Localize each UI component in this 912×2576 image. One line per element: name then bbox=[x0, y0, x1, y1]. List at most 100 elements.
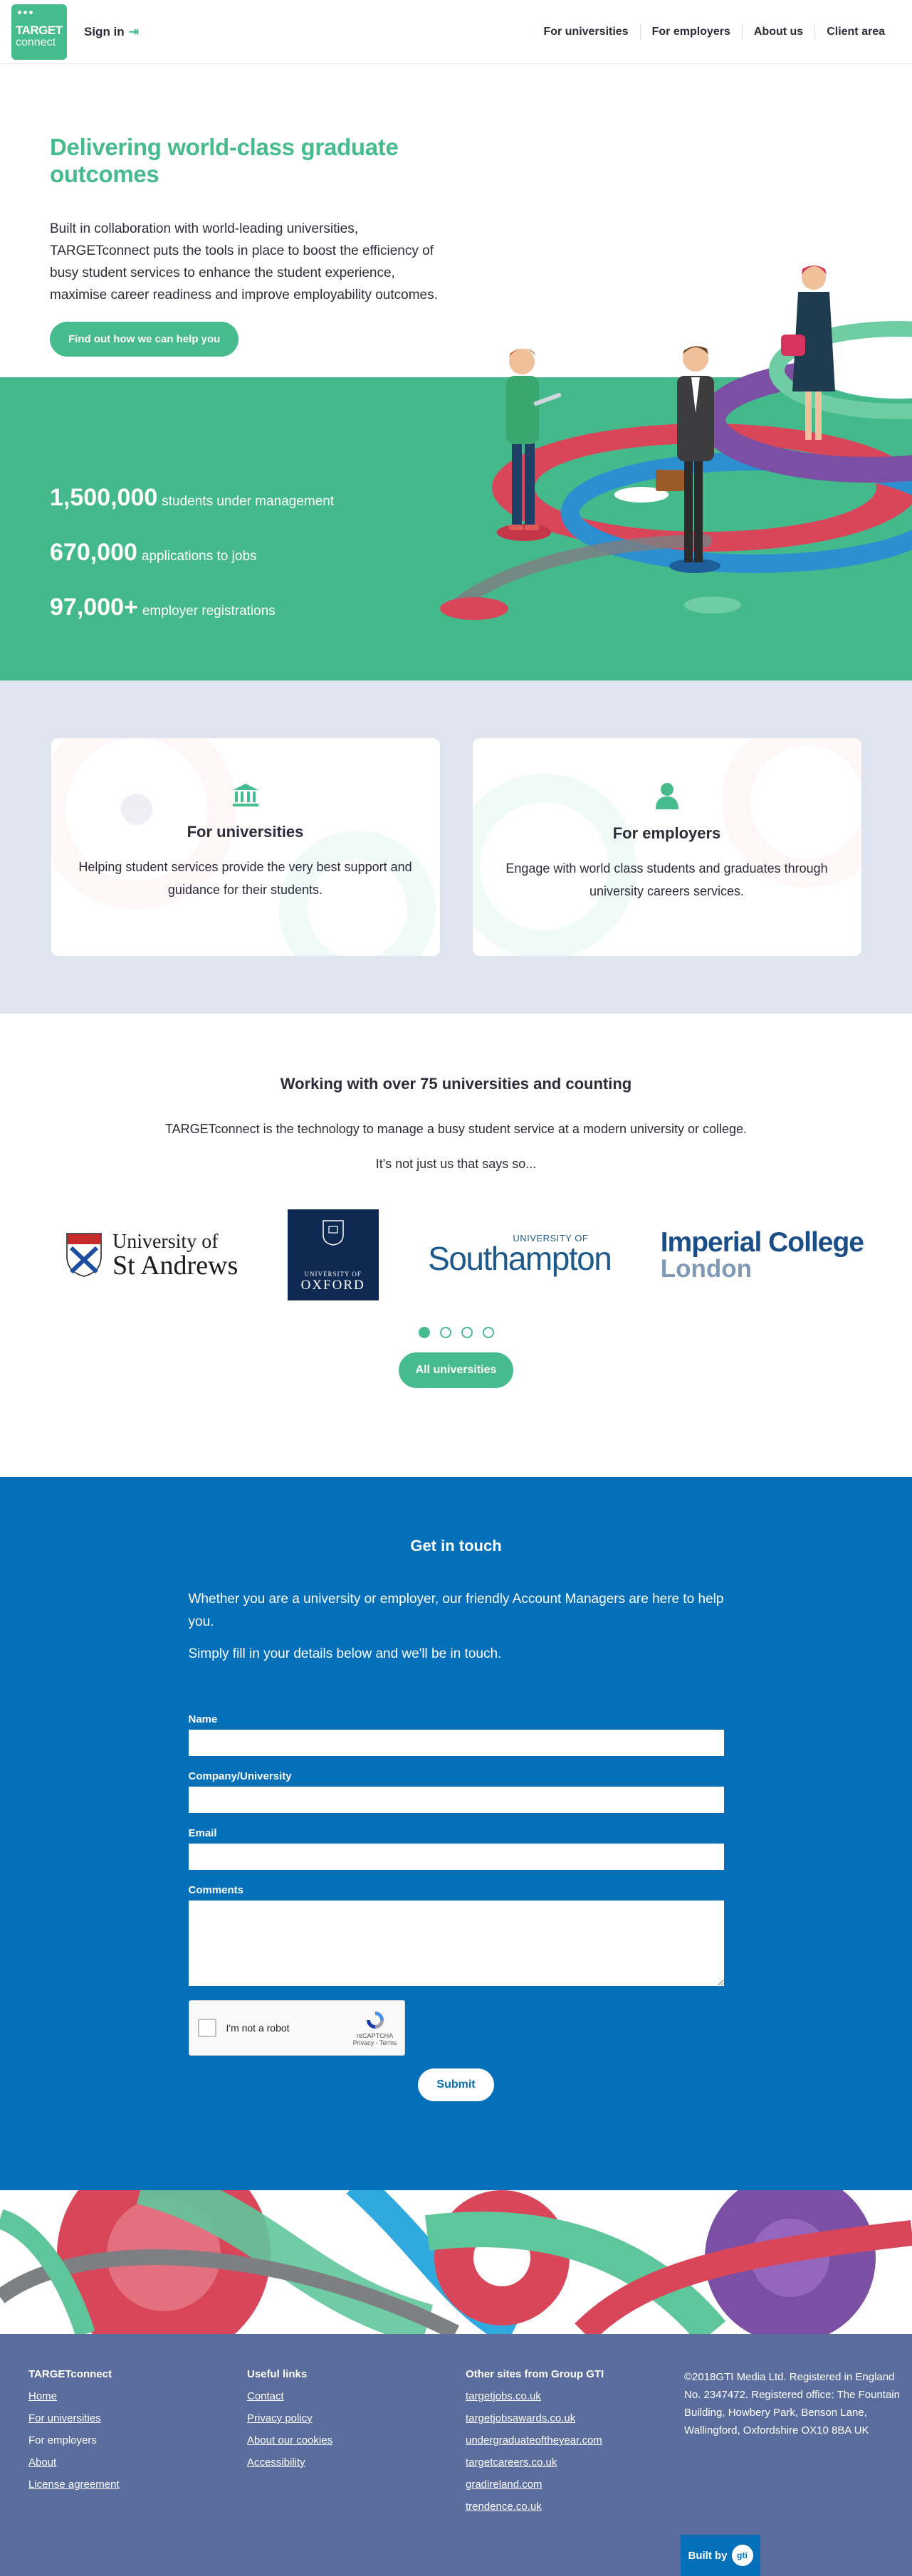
recaptcha-widget: I'm not a robot reCAPTCHA Privacy - Term… bbox=[188, 2000, 405, 2056]
site-header: TARGET connect Sign in ⇥ For universitie… bbox=[0, 0, 912, 64]
imperial-line2: London bbox=[660, 1255, 752, 1283]
contact-inner: Get in touch Whether you are a universit… bbox=[188, 1477, 724, 2101]
footer-link-targetjobsawards[interactable]: targetjobsawards.co.uk bbox=[466, 2412, 684, 2424]
card-text: Engage with world class students and gra… bbox=[505, 861, 828, 898]
hero-text: Delivering world-class graduate outcomes… bbox=[50, 134, 449, 357]
logo-imperial[interactable]: Imperial College London bbox=[660, 1227, 864, 1283]
footer-col-other-sites: Other sites from Group GTI targetjobs.co… bbox=[466, 2368, 684, 2576]
footer-link-for-employers[interactable]: For employers bbox=[28, 2434, 247, 2446]
footer-link-cookies[interactable]: About our cookies bbox=[247, 2434, 466, 2446]
university-logos-carousel: University of St Andrews UNIVERSITY OF O… bbox=[0, 1209, 912, 1301]
card-title: For employers bbox=[612, 824, 721, 842]
nav-for-universities[interactable]: For universities bbox=[532, 25, 639, 39]
nav-about-us[interactable]: About us bbox=[741, 24, 814, 39]
sign-in-icon: ⇥ bbox=[128, 24, 139, 38]
footer-link-targetcareers[interactable]: targetcareers.co.uk bbox=[466, 2456, 684, 2469]
footer-link-accessibility[interactable]: Accessibility bbox=[247, 2456, 466, 2469]
submit-button[interactable]: Submit bbox=[418, 2068, 494, 2101]
card-text: Helping student services provide the ver… bbox=[78, 860, 412, 897]
logo-southampton[interactable]: UNIVERSITY OF Southampton bbox=[428, 1233, 612, 1278]
comments-label: Comments bbox=[188, 1884, 244, 1896]
site-footer: TARGETconnect Home For universities For … bbox=[0, 2334, 912, 2576]
partners-section: Working with over 75 universities and co… bbox=[0, 1014, 912, 1477]
carousel-dot-1[interactable] bbox=[418, 1327, 430, 1338]
all-universities-button[interactable]: All universities bbox=[398, 1352, 514, 1388]
carousel-dot-4[interactable] bbox=[482, 1327, 494, 1338]
partners-intro: TARGETconnect is the technology to manag… bbox=[164, 1122, 748, 1136]
company-field[interactable] bbox=[188, 1787, 724, 1813]
sign-in-link[interactable]: Sign in ⇥ bbox=[84, 25, 139, 39]
hero-title: Delivering world-class graduate outcomes bbox=[50, 134, 399, 187]
stat-label: students under management bbox=[162, 494, 335, 509]
stat-applications: 670,000 applications to jobs bbox=[50, 539, 334, 567]
stat-number: 97,000+ bbox=[50, 594, 138, 621]
oxford-line2: OXFORD bbox=[300, 1278, 365, 1293]
stat-number: 670,000 bbox=[50, 539, 137, 566]
card-content: For employers Engage with world class st… bbox=[473, 738, 861, 903]
recaptcha-brand-text: reCAPTCHA bbox=[357, 2032, 394, 2039]
hero-illustration bbox=[440, 266, 912, 620]
contact-form: Name Company/University Email Comments I… bbox=[188, 1713, 724, 2101]
name-label: Name bbox=[188, 1713, 218, 1725]
main-nav: For universities For employers About us … bbox=[532, 24, 896, 39]
find-out-button[interactable]: Find out how we can help you bbox=[50, 322, 239, 357]
footer-col-title: Useful links bbox=[247, 2368, 308, 2380]
carousel-dot-2[interactable] bbox=[439, 1327, 451, 1338]
logo-line2: connect bbox=[16, 36, 56, 49]
footer-link-gradireland[interactable]: gradireland.com bbox=[466, 2478, 684, 2491]
name-field[interactable] bbox=[188, 1730, 724, 1756]
recaptcha-brand: reCAPTCHA Privacy - Terms bbox=[353, 2009, 397, 2046]
footer-link-privacy[interactable]: Privacy policy bbox=[247, 2412, 466, 2424]
card-title: For universities bbox=[187, 823, 304, 841]
st-andrews-wordmark: University of St Andrews bbox=[112, 1231, 238, 1280]
footer-link-contact[interactable]: Contact bbox=[247, 2390, 466, 2402]
southampton-line2: Southampton bbox=[428, 1239, 612, 1277]
footer-col-title: TARGETconnect bbox=[28, 2368, 112, 2380]
stat-employers: 97,000+ employer registrations bbox=[50, 594, 334, 621]
footer-link-about[interactable]: About bbox=[28, 2456, 247, 2469]
footer-link-targetjobs[interactable]: targetjobs.co.uk bbox=[466, 2390, 684, 2402]
card-for-employers[interactable]: For employers Engage with world class st… bbox=[472, 738, 861, 956]
sign-in-label: Sign in bbox=[84, 24, 125, 38]
st-andrews-crest-icon bbox=[66, 1233, 102, 1277]
person-icon bbox=[655, 783, 678, 809]
decorative-art-band bbox=[0, 2190, 912, 2334]
recaptcha-checkbox[interactable] bbox=[197, 2019, 216, 2037]
stat-label: applications to jobs bbox=[141, 549, 257, 564]
submit-wrap: Submit bbox=[189, 2068, 724, 2101]
nav-client-area[interactable]: Client area bbox=[814, 24, 896, 39]
oxford-line1: UNIVERSITY OF bbox=[304, 1271, 362, 1278]
footer-link-trendence[interactable]: trendence.co.uk bbox=[466, 2501, 684, 2513]
logo-st-andrews[interactable]: University of St Andrews bbox=[65, 1231, 238, 1280]
logo-oxford[interactable]: UNIVERSITY OF OXFORD bbox=[287, 1209, 379, 1300]
card-for-universities[interactable]: For universities Helping student service… bbox=[51, 738, 440, 956]
email-field[interactable] bbox=[188, 1844, 724, 1870]
footer-col-targetconnect: TARGETconnect Home For universities For … bbox=[28, 2368, 247, 2576]
footer-link-for-universities[interactable]: For universities bbox=[28, 2412, 247, 2424]
hero-section: Delivering world-class graduate outcomes… bbox=[0, 64, 912, 680]
targetconnect-logo[interactable]: TARGET connect bbox=[11, 4, 67, 60]
footer-link-license[interactable]: License agreement bbox=[28, 2478, 247, 2491]
comments-field[interactable] bbox=[188, 1901, 724, 1986]
built-by-label: Built by bbox=[688, 2549, 728, 2562]
gti-logo-icon: gti bbox=[731, 2545, 753, 2566]
nav-for-employers[interactable]: For employers bbox=[639, 24, 742, 39]
contact-instruction: Simply fill in your details below and we… bbox=[188, 1646, 502, 1661]
audience-cards-section: For universities Helping student service… bbox=[0, 680, 912, 1014]
footer-col-title: Other sites from Group GTI bbox=[466, 2368, 604, 2380]
email-label: Email bbox=[188, 1827, 217, 1839]
oxford-crest-icon bbox=[322, 1220, 344, 1246]
imperial-line1: Imperial College bbox=[660, 1227, 864, 1258]
institution-icon bbox=[232, 784, 258, 806]
stats-list: 1,500,000 students under management 670,… bbox=[50, 484, 334, 648]
footer-col-useful-links: Useful links Contact Privacy policy Abou… bbox=[247, 2368, 466, 2576]
footer-legal-text: ©2018GTI Media Ltd. Registered in Englan… bbox=[684, 2371, 900, 2436]
footer-link-home[interactable]: Home bbox=[28, 2390, 247, 2402]
built-by-badge[interactable]: Built by gti bbox=[681, 2535, 760, 2576]
footer-link-undergraduate[interactable]: undergraduateoftheyear.com bbox=[466, 2434, 684, 2446]
recaptcha-label: I'm not a robot bbox=[226, 2022, 290, 2034]
carousel-dot-3[interactable] bbox=[461, 1327, 473, 1338]
logo-line1: TARGET bbox=[16, 23, 63, 38]
logo-dots bbox=[18, 10, 33, 14]
recaptcha-links[interactable]: Privacy - Terms bbox=[353, 2039, 397, 2046]
